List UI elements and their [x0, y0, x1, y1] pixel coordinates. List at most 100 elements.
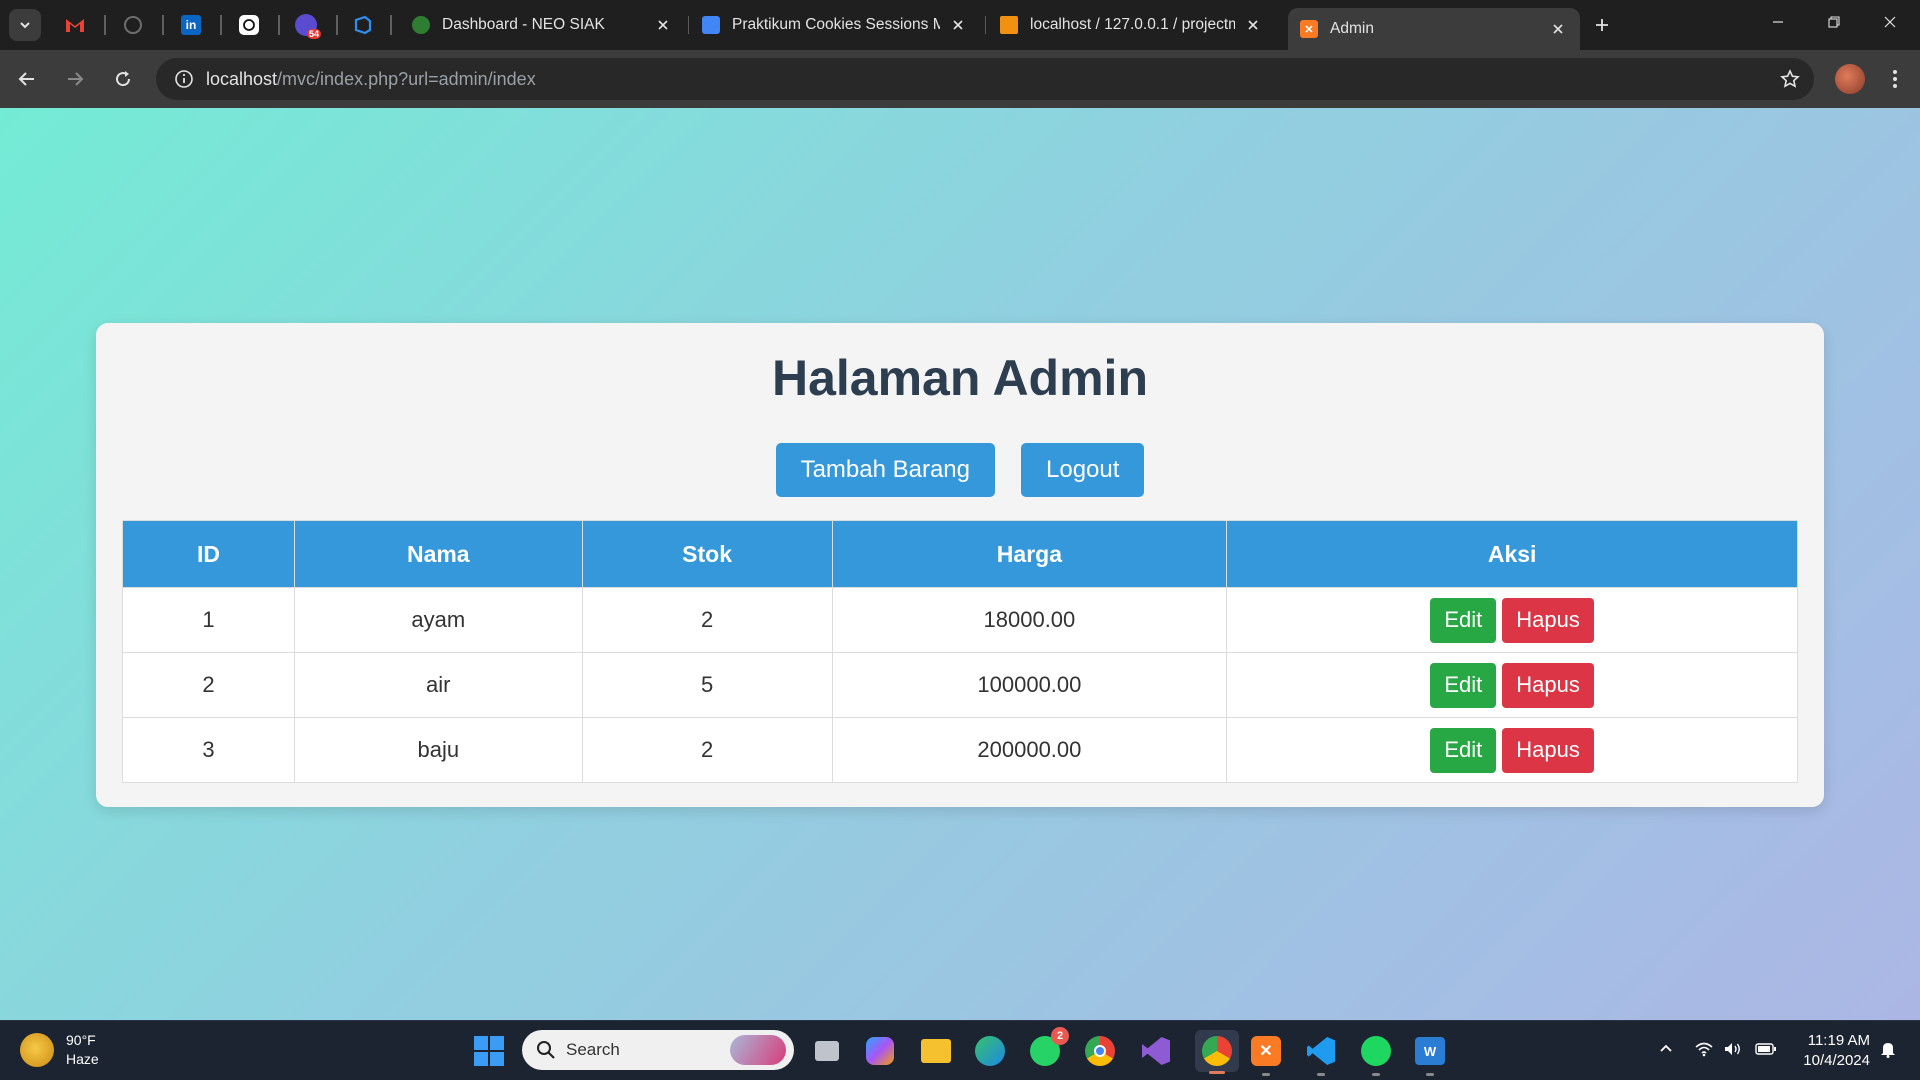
- linkedin-icon: in: [181, 15, 201, 35]
- edge-icon[interactable]: [974, 1035, 1006, 1067]
- weather-text: 90°F Haze: [66, 1031, 99, 1069]
- vscode-icon[interactable]: [1305, 1035, 1337, 1076]
- column-header-id: ID: [122, 520, 295, 588]
- chevron-up-icon[interactable]: [1654, 1037, 1678, 1061]
- neo-siak-icon: [412, 16, 430, 34]
- cell-harga: 200000.00: [831, 717, 1228, 783]
- tab-neo-siak[interactable]: Dashboard - NEO SIAK: [400, 8, 685, 42]
- cell-stok: 5: [581, 652, 833, 718]
- close-tab-icon[interactable]: [653, 15, 673, 35]
- forward-button[interactable]: [58, 62, 92, 96]
- pinned-tab-linkedin[interactable]: in: [176, 10, 206, 40]
- cell-id: 2: [122, 652, 295, 718]
- visual-studio-icon[interactable]: [1140, 1035, 1172, 1067]
- bookmark-star-icon[interactable]: [1778, 67, 1802, 91]
- items-table: ID Nama Stok Harga Aksi 1 ayam 2 18000.0…: [122, 520, 1798, 783]
- column-header-stok: Stok: [581, 520, 833, 588]
- pinned-tab-chatgpt[interactable]: [234, 10, 264, 40]
- profile-avatar[interactable]: [1835, 64, 1865, 94]
- delete-button[interactable]: Hapus: [1502, 662, 1594, 708]
- table-row: 2 air 5 100000.00 Edit Hapus: [122, 652, 1798, 718]
- edit-button[interactable]: Edit: [1430, 662, 1497, 708]
- reload-icon: [116, 71, 131, 87]
- search-label: Search: [566, 1040, 620, 1059]
- pinned-separator: [390, 15, 392, 35]
- address-bar[interactable]: localhost/mvc/index.php?url=admin/index: [156, 58, 1814, 100]
- close-tab-icon[interactable]: [1548, 19, 1568, 39]
- pinned-separator: [336, 15, 338, 35]
- cell-aksi: Edit Hapus: [1226, 587, 1798, 653]
- taskbar: 90°F Haze Search 2 ✕ W 11:19 AM 10/4/202…: [0, 1020, 1920, 1080]
- admin-card: Halaman Admin Tambah Barang Logout ID Na…: [96, 323, 1824, 807]
- task-view-icon[interactable]: [811, 1035, 843, 1067]
- site-info-icon[interactable]: [164, 58, 204, 100]
- new-tab-button[interactable]: [1587, 10, 1617, 40]
- pinned-tab-notifications[interactable]: 54: [291, 10, 321, 40]
- chrome-icon[interactable]: [1084, 1035, 1116, 1067]
- edit-button[interactable]: Edit: [1430, 727, 1497, 773]
- tab-phpmyadmin[interactable]: localhost / 127.0.0.1 / projectmvc: [988, 8, 1275, 42]
- tab-admin[interactable]: ✕ Admin: [1288, 8, 1580, 50]
- table-header-row: ID Nama Stok Harga Aksi: [122, 520, 1798, 588]
- add-item-button[interactable]: Tambah Barang: [775, 443, 996, 497]
- tab-divider: [985, 16, 986, 34]
- pinned-separator: [220, 15, 222, 35]
- delete-button[interactable]: Hapus: [1502, 727, 1594, 773]
- wifi-icon[interactable]: [1692, 1037, 1716, 1061]
- browser-menu-button[interactable]: [1880, 62, 1910, 96]
- taskbar-search[interactable]: Search: [522, 1030, 794, 1070]
- url-text: localhost/mvc/index.php?url=admin/index: [206, 69, 536, 90]
- file-explorer-icon[interactable]: [920, 1035, 952, 1067]
- battery-icon[interactable]: [1754, 1037, 1778, 1061]
- copilot-icon[interactable]: [864, 1035, 896, 1067]
- tab-search-button[interactable]: [9, 9, 41, 41]
- tab-divider: [688, 16, 689, 34]
- search-icon: [537, 1041, 555, 1059]
- pinned-separator: [104, 15, 106, 35]
- google-docs-icon: [702, 16, 720, 34]
- weather-widget[interactable]: 90°F Haze: [20, 1031, 99, 1069]
- minimize-button[interactable]: [1750, 0, 1806, 44]
- windows-start-icon[interactable]: [474, 1036, 504, 1066]
- table-row: 1 ayam 2 18000.00 Edit Hapus: [122, 587, 1798, 653]
- close-icon: [1884, 16, 1896, 28]
- cell-aksi: Edit Hapus: [1226, 717, 1798, 783]
- gmail-icon: [66, 19, 84, 32]
- edit-button[interactable]: Edit: [1430, 597, 1497, 643]
- restore-button[interactable]: [1806, 0, 1862, 44]
- weather-haze-icon: [20, 1033, 54, 1067]
- close-window-button[interactable]: [1862, 0, 1918, 44]
- pinned-tab-github[interactable]: [118, 10, 148, 40]
- pinned-tab-azure[interactable]: [348, 10, 378, 40]
- cell-harga: 100000.00: [831, 652, 1228, 718]
- column-header-harga: Harga: [831, 520, 1228, 588]
- xampp-taskbar-icon[interactable]: ✕: [1250, 1035, 1282, 1076]
- cell-id: 1: [122, 587, 295, 653]
- close-tab-icon[interactable]: [948, 15, 968, 35]
- delete-button[interactable]: Hapus: [1502, 597, 1594, 643]
- logout-button[interactable]: Logout: [1021, 443, 1145, 497]
- close-tab-icon[interactable]: [1243, 15, 1263, 35]
- plus-icon: [1596, 19, 1608, 31]
- back-button[interactable]: [10, 62, 44, 96]
- minimize-icon: [1773, 21, 1783, 23]
- volume-icon[interactable]: [1721, 1037, 1745, 1061]
- pinned-tab-gmail[interactable]: [60, 10, 90, 40]
- weather-temperature: 90°F: [66, 1032, 96, 1048]
- cell-nama: ayam: [293, 587, 583, 653]
- word-icon[interactable]: W: [1414, 1035, 1446, 1076]
- whatsapp-icon[interactable]: 2: [1029, 1027, 1069, 1067]
- weather-condition: Haze: [66, 1051, 99, 1067]
- reload-button[interactable]: [106, 62, 140, 96]
- cell-aksi: Edit Hapus: [1226, 652, 1798, 718]
- chatgpt-icon: [239, 15, 259, 35]
- taskbar-clock[interactable]: 11:19 AM 10/4/2024: [1785, 1031, 1870, 1071]
- pinned-separator: [162, 15, 164, 35]
- url-host: localhost: [206, 68, 278, 89]
- search-highlight-image: [730, 1035, 786, 1065]
- notification-bell-icon[interactable]: [1876, 1037, 1900, 1061]
- chrome-profile-icon[interactable]: [1195, 1030, 1239, 1074]
- spotify-icon[interactable]: [1360, 1035, 1392, 1076]
- tab-praktikum[interactable]: Praktikum Cookies Sessions MVC: [690, 8, 980, 42]
- cell-harga: 18000.00: [831, 587, 1228, 653]
